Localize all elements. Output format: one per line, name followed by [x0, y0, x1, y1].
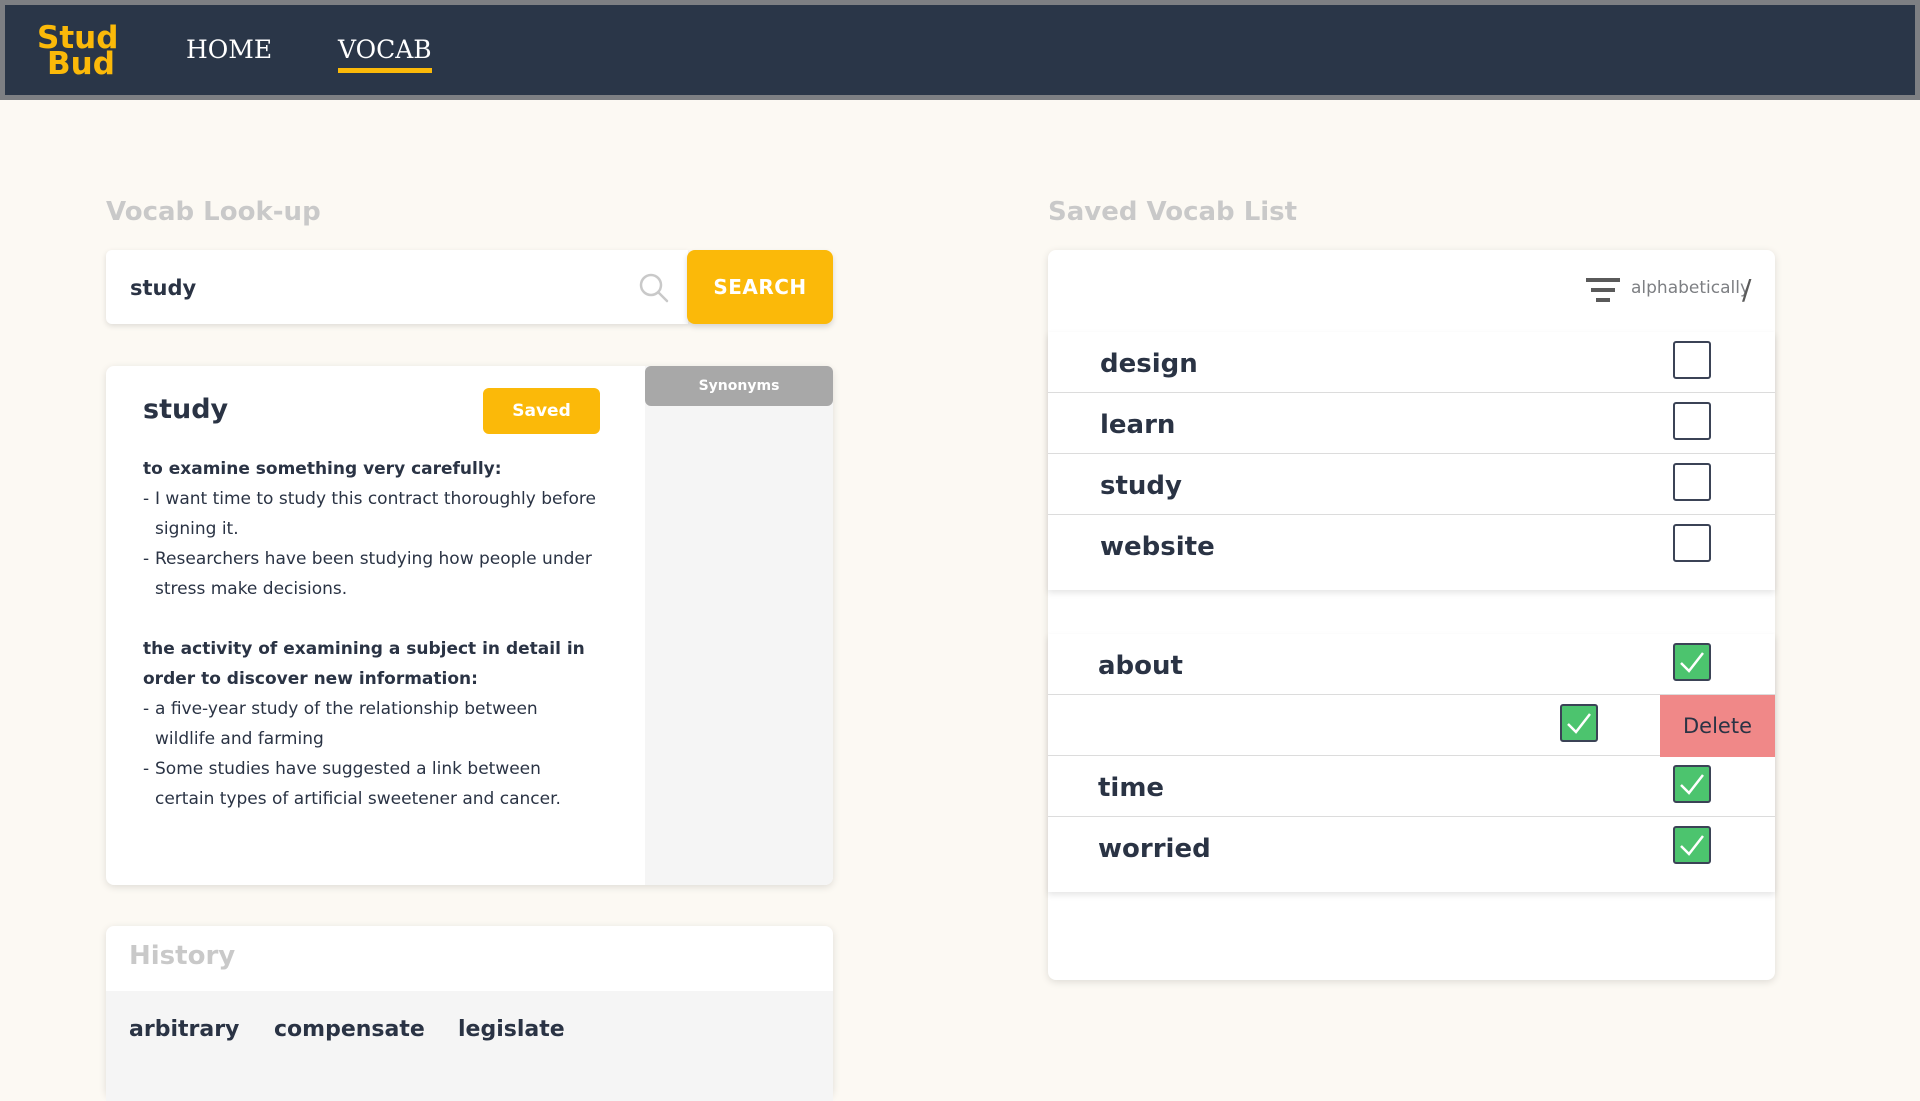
list-item[interactable]: about	[1048, 634, 1775, 695]
vocab-word: website	[1100, 532, 1215, 562]
checkbox-checked[interactable]	[1560, 704, 1598, 742]
search-box	[106, 250, 688, 324]
unlearned-vocab-list: design learn study website	[1048, 332, 1775, 590]
history-card: History arbitrary compensate legislate	[106, 926, 833, 1101]
sort-label[interactable]: alphabetically	[1631, 278, 1750, 298]
vocab-word: about	[1098, 651, 1183, 681]
learned-vocab-list: about Delete time worried	[1048, 634, 1775, 892]
checkbox[interactable]	[1673, 402, 1711, 440]
checkbox-checked[interactable]	[1673, 765, 1711, 803]
vocab-lookup-title: Vocab Look-up	[106, 197, 321, 227]
vocab-word: study	[1100, 471, 1182, 501]
nav-vocab[interactable]: VOCAB	[338, 35, 432, 73]
history-item[interactable]: compensate	[274, 1017, 425, 1042]
checkbox-checked[interactable]	[1673, 643, 1711, 681]
synonyms-tab[interactable]: Synonyms	[645, 366, 833, 406]
history-item[interactable]: legislate	[458, 1017, 565, 1042]
swiped-list-item[interactable]: Delete	[1048, 695, 1775, 757]
history-item[interactable]: arbitrary	[129, 1017, 239, 1042]
sense-example: - Researchers have been studying how peop…	[143, 549, 592, 599]
search-input[interactable]	[128, 268, 612, 308]
list-item[interactable]: worried	[1048, 817, 1775, 877]
definition-word: study	[143, 394, 229, 425]
saved-button[interactable]: Saved	[483, 388, 600, 434]
checkmark-icon	[1680, 774, 1704, 795]
vocab-word: worried	[1098, 834, 1211, 864]
sense-heading: to examine something very carefully:	[143, 459, 502, 479]
sort-icon[interactable]	[1586, 276, 1620, 304]
sense-example: -I want time to study this contract thor…	[143, 489, 596, 539]
definition-body: to examine something very carefully: -I …	[143, 454, 603, 814]
vocab-word: learn	[1100, 410, 1176, 440]
top-navigation-bar: Stud Bud HOME VOCAB	[0, 0, 1920, 100]
studbud-logo[interactable]: Stud Bud	[37, 23, 118, 82]
search-button[interactable]: SEARCH	[687, 250, 833, 324]
checkmark-icon	[1680, 652, 1704, 673]
checkbox[interactable]	[1673, 524, 1711, 562]
history-title: History	[129, 941, 236, 971]
list-item[interactable]: design	[1048, 332, 1775, 393]
checkbox-checked[interactable]	[1673, 826, 1711, 864]
synonyms-panel	[645, 366, 833, 885]
sense-example: - Some studies have suggested a link betw…	[143, 759, 561, 809]
search-icon[interactable]	[638, 272, 670, 304]
vocab-word: time	[1098, 773, 1165, 803]
delete-button[interactable]: Delete	[1660, 695, 1775, 757]
list-item[interactable]: study	[1048, 454, 1775, 515]
list-item[interactable]: learn	[1048, 393, 1775, 454]
nav-home[interactable]: HOME	[186, 35, 272, 64]
logo-line-2: Bud	[47, 46, 115, 82]
history-list: arbitrary compensate legislate	[106, 991, 833, 1101]
sort-separator: /	[1742, 273, 1752, 306]
checkmark-icon	[1680, 835, 1704, 856]
checkbox[interactable]	[1673, 341, 1711, 379]
saved-vocab-card: alphabetically / design learn study webs…	[1048, 250, 1775, 980]
sense-example: -a five-year study of the relationship b…	[143, 699, 538, 749]
checkmark-icon	[1567, 713, 1591, 734]
sense-heading: the activity of examining a subject in d…	[143, 639, 585, 689]
checkbox[interactable]	[1673, 463, 1711, 501]
definition-card: study Saved to examine something very ca…	[106, 366, 833, 885]
list-item[interactable]: time	[1048, 756, 1775, 817]
vocab-word: design	[1100, 349, 1198, 379]
list-item[interactable]: website	[1048, 515, 1775, 575]
saved-vocab-title: Saved Vocab List	[1048, 197, 1298, 227]
